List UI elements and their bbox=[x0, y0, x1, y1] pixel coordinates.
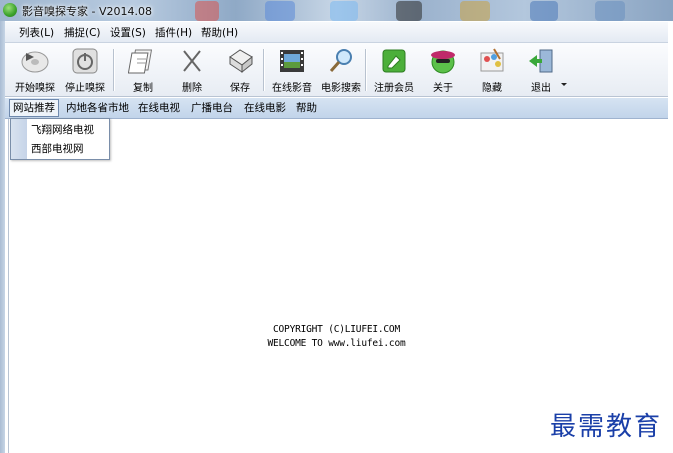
menu-bar: 列表(L) 捕捉(C) 设置(S) 插件(H) 帮助(H) bbox=[5, 22, 668, 43]
start-sniff-button[interactable]: 开始嗅探 bbox=[10, 46, 60, 94]
stop-sniff-label: 停止嗅探 bbox=[65, 83, 105, 94]
floppy-icon bbox=[225, 47, 255, 75]
tab-provinces[interactable]: 内地各省市地 bbox=[63, 100, 132, 116]
film-icon bbox=[277, 47, 307, 75]
menu-plugins[interactable]: 插件(H) bbox=[153, 25, 194, 40]
copy-icon bbox=[127, 47, 158, 75]
background-blur bbox=[396, 1, 422, 21]
copyright-line: COPYRIGHT (C)LIUFEI.COM bbox=[273, 324, 400, 335]
save-button[interactable]: 保存 bbox=[215, 46, 265, 94]
background-blur bbox=[530, 1, 558, 21]
background-blur bbox=[595, 1, 625, 21]
tab-site-recommend[interactable]: 网站推荐 bbox=[9, 99, 59, 117]
disc-play-icon bbox=[20, 47, 50, 75]
dropdown-item-western-tv[interactable]: 西部电视网 bbox=[31, 141, 84, 156]
edit-icon bbox=[379, 47, 409, 75]
tab-radio[interactable]: 广播电台 bbox=[188, 100, 236, 116]
palette-icon bbox=[477, 47, 507, 75]
site-recommend-dropdown: 飞翔网络电视 西部电视网 bbox=[10, 118, 110, 160]
browser-content bbox=[8, 119, 673, 453]
dropdown-gutter bbox=[11, 119, 27, 159]
toolbar-overflow-icon[interactable] bbox=[561, 83, 567, 86]
menu-settings[interactable]: 设置(S) bbox=[108, 25, 148, 40]
window-title: 影音嗅探专家 - V2014.08 bbox=[22, 5, 152, 18]
magnifier-icon bbox=[326, 47, 356, 75]
delete-x-icon bbox=[177, 47, 207, 75]
app-icon bbox=[3, 3, 17, 17]
background-blur bbox=[460, 1, 490, 21]
welcome-line: WELCOME TO www.liufei.com bbox=[267, 338, 406, 349]
menu-capture[interactable]: 捕捉(C) bbox=[62, 25, 103, 40]
watermark-text: 最需教育 bbox=[550, 412, 663, 442]
menu-list[interactable]: 列表(L) bbox=[17, 25, 56, 40]
exit-label: 退出 bbox=[531, 83, 551, 94]
power-icon bbox=[70, 47, 100, 75]
movie-search-button[interactable]: 电影搜索 bbox=[316, 46, 366, 94]
dropdown-item-feixiang-tv[interactable]: 飞翔网络电视 bbox=[31, 122, 94, 137]
toolbar: 开始嗅探 停止嗅探 复制 删除 保存 在线影音 电影搜索 注册会员 关于 隐藏 … bbox=[5, 43, 668, 97]
background-blur bbox=[330, 1, 358, 21]
menu-help[interactable]: 帮助(H) bbox=[199, 25, 240, 40]
character-icon bbox=[428, 47, 458, 75]
tab-online-movie[interactable]: 在线电影 bbox=[241, 100, 289, 116]
tab-help[interactable]: 帮助 bbox=[293, 100, 320, 116]
tab-bar: 网站推荐 内地各省市地 在线电视 广播电台 在线电影 帮助 bbox=[5, 98, 668, 119]
tab-online-tv[interactable]: 在线电视 bbox=[135, 100, 183, 116]
background-blur bbox=[195, 1, 219, 21]
exit-button[interactable]: 退出 bbox=[516, 46, 566, 94]
exit-door-icon bbox=[526, 47, 556, 75]
title-bar[interactable]: 影音嗅探专家 - V2014.08 bbox=[0, 0, 673, 21]
background-blur bbox=[265, 1, 295, 21]
stop-sniff-button[interactable]: 停止嗅探 bbox=[60, 46, 110, 94]
